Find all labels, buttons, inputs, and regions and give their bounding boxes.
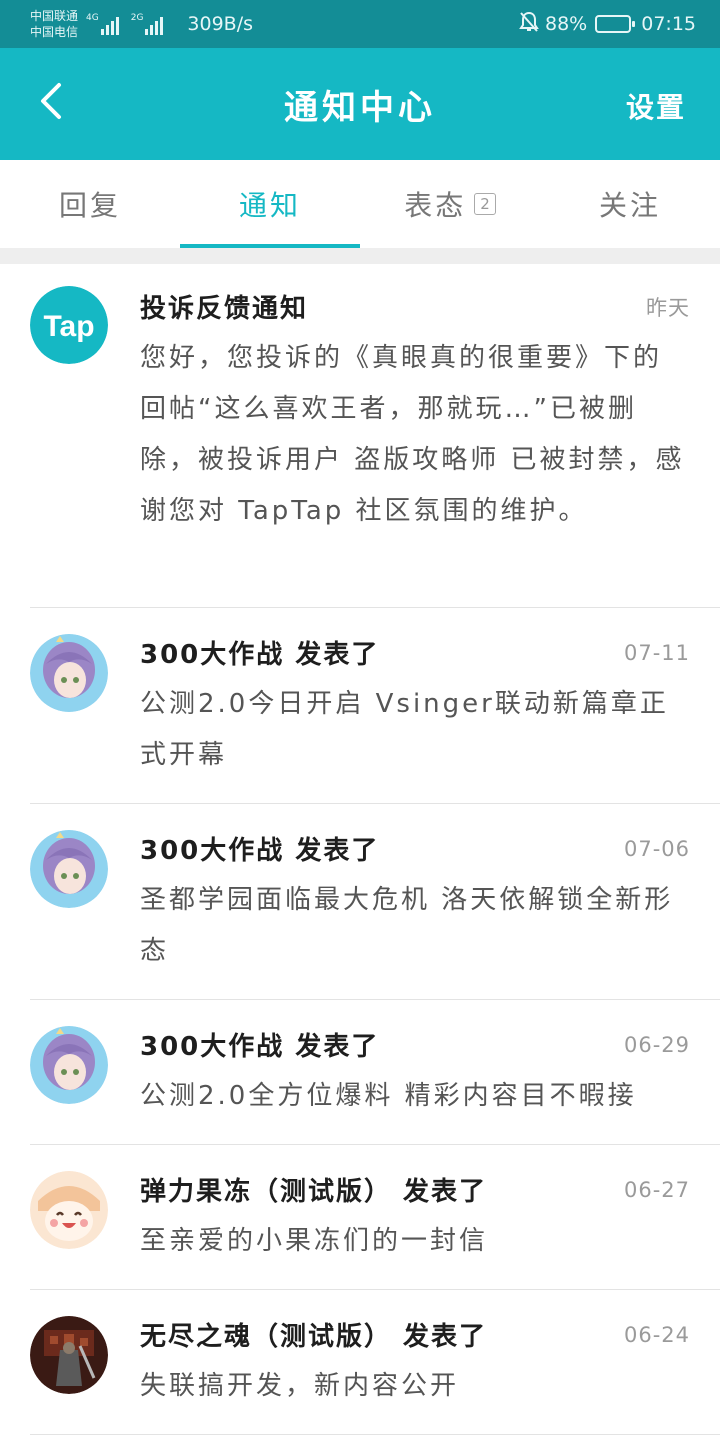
tab-notifications[interactable]: 通知 bbox=[180, 160, 360, 248]
battery-icon bbox=[595, 15, 636, 33]
item-date: 06-24 bbox=[623, 1322, 690, 1347]
clock: 07:15 bbox=[641, 13, 696, 35]
svg-text:Tap: Tap bbox=[43, 310, 94, 343]
item-date: 07-11 bbox=[623, 640, 690, 665]
settings-button[interactable]: 设置 bbox=[626, 86, 686, 126]
item-body: 公测2.0全方位爆料 精彩内容目不暇接 bbox=[140, 1081, 637, 1111]
count-badge: 2 bbox=[474, 193, 496, 215]
item-title: 无尽之魂（测试版） 发表了 bbox=[140, 1322, 488, 1352]
signal-icon-2: 2G bbox=[131, 13, 166, 35]
tab-following[interactable]: 关注 bbox=[540, 160, 720, 248]
item-title: 300大作战 发表了 bbox=[140, 640, 380, 670]
item-title: 投诉反馈通知 bbox=[140, 294, 309, 324]
list-item[interactable]: 300大作战 发表了 07-06 圣都学园面临最大危机 洛天依解锁全新形态 bbox=[30, 804, 720, 1000]
status-bar: 中国联通 中国电信 4G 2G 309B/s 88% 07:15 bbox=[0, 0, 720, 48]
taptap-logo-icon: Tap bbox=[30, 286, 108, 364]
item-date: 07-06 bbox=[623, 836, 690, 861]
list-item[interactable]: 无尽之魂（测试版） 发表了 06-24 失联搞开发，新内容公开 bbox=[30, 1290, 720, 1435]
list-item[interactable]: Tap 投诉反馈通知 昨天 您好，您投诉的《真眼真的很重要》下的回帖“这么喜欢王… bbox=[30, 264, 720, 608]
item-date: 06-27 bbox=[623, 1177, 690, 1202]
tab-label: 关注 bbox=[598, 189, 661, 222]
tab-label: 回复 bbox=[58, 189, 121, 222]
notification-list: Tap 投诉反馈通知 昨天 您好，您投诉的《真眼真的很重要》下的回帖“这么喜欢王… bbox=[0, 264, 720, 1435]
section-divider bbox=[0, 248, 720, 264]
carrier-2: 中国电信 bbox=[30, 25, 79, 39]
net-type-2: 2G bbox=[130, 13, 144, 23]
tab-bar: 回复 通知 表态 2 关注 bbox=[0, 160, 720, 248]
jelly-avatar-icon bbox=[30, 1171, 108, 1249]
battery-percent: 88% bbox=[545, 13, 588, 35]
item-title: 300大作战 发表了 bbox=[140, 836, 380, 866]
back-button[interactable] bbox=[26, 78, 76, 128]
anime-girl-avatar-icon bbox=[30, 1026, 108, 1104]
tab-label: 表态 bbox=[404, 189, 467, 222]
tab-replies[interactable]: 回复 bbox=[0, 160, 180, 248]
list-item[interactable]: 300大作战 发表了 07-11 公测2.0今日开启 Vsinger联动新篇章正… bbox=[30, 608, 720, 804]
item-body: 圣都学园面临最大危机 洛天依解锁全新形态 bbox=[140, 885, 674, 966]
anime-girl-avatar-icon bbox=[30, 830, 108, 908]
warrior-avatar-icon bbox=[30, 1316, 108, 1394]
status-right: 88% 07:15 bbox=[519, 11, 696, 38]
item-title: 300大作战 发表了 bbox=[140, 1032, 380, 1062]
chevron-left-icon bbox=[37, 81, 65, 125]
bell-muted-icon bbox=[519, 11, 539, 38]
item-body: 失联搞开发，新内容公开 bbox=[140, 1371, 460, 1401]
page-title: 通知中心 bbox=[284, 87, 436, 128]
item-body: 至亲爱的小果冻们的一封信 bbox=[140, 1226, 489, 1256]
item-date: 06-29 bbox=[623, 1032, 690, 1057]
app-bar: 通知中心 设置 bbox=[0, 48, 720, 160]
net-speed: 309B/s bbox=[187, 13, 254, 35]
anime-girl-avatar-icon bbox=[30, 634, 108, 712]
net-type-1: 4G bbox=[86, 13, 99, 23]
list-item[interactable]: 弹力果冻（测试版） 发表了 06-27 至亲爱的小果冻们的一封信 bbox=[30, 1145, 720, 1290]
status-left: 中国联通 中国电信 4G 2G 309B/s bbox=[30, 0, 253, 48]
tab-reactions[interactable]: 表态 2 bbox=[360, 160, 540, 248]
carrier-names: 中国联通 中国电信 bbox=[30, 8, 78, 40]
item-date: 昨天 bbox=[646, 295, 690, 320]
list-item[interactable]: 300大作战 发表了 06-29 公测2.0全方位爆料 精彩内容目不暇接 bbox=[30, 1000, 720, 1145]
tab-label: 通知 bbox=[238, 189, 301, 222]
carrier-1: 中国联通 bbox=[30, 9, 79, 23]
item-title: 弹力果冻（测试版） 发表了 bbox=[140, 1177, 488, 1207]
signal-icon-1: 4G bbox=[86, 13, 121, 35]
item-body: 您好，您投诉的《真眼真的很重要》下的回帖“这么喜欢王者，那就玩…”已被删除，被投… bbox=[140, 343, 685, 526]
item-body: 公测2.0今日开启 Vsinger联动新篇章正式开幕 bbox=[140, 689, 669, 770]
